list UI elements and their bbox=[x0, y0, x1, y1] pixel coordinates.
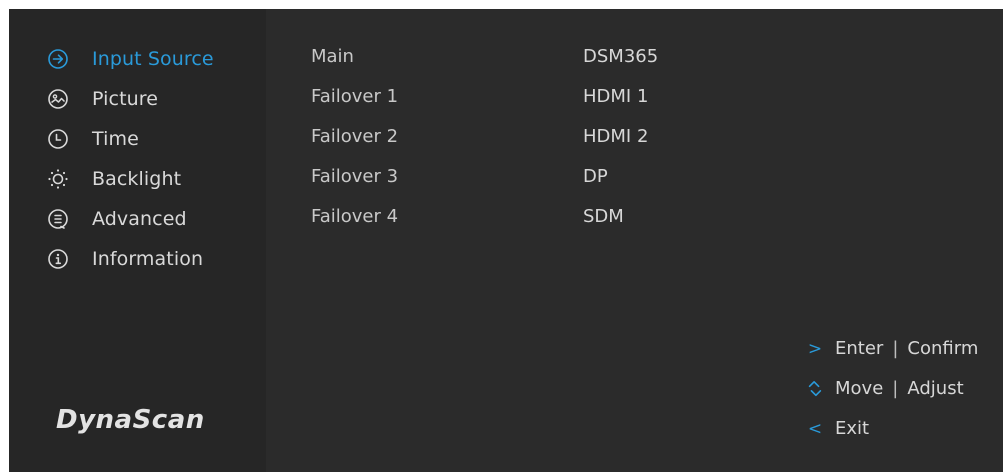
menu-item-label: Backlight bbox=[92, 168, 182, 190]
osd-menu-window: Input Source Picture Time Backlight Adva… bbox=[9, 9, 1003, 472]
source-label-failover-3[interactable]: Failover 3 bbox=[311, 163, 398, 191]
hint-separator: | bbox=[892, 338, 899, 359]
source-label-failover-2[interactable]: Failover 2 bbox=[311, 123, 398, 151]
menu-item-picture[interactable]: Picture bbox=[47, 83, 158, 115]
source-label-failover-1[interactable]: Failover 1 bbox=[311, 83, 398, 111]
menu-item-input-source[interactable]: Input Source bbox=[47, 43, 214, 75]
chevron-left-icon: < bbox=[807, 419, 823, 439]
source-value-main[interactable]: DSM365 bbox=[583, 43, 658, 71]
menu-item-label: Picture bbox=[92, 88, 159, 110]
source-value-failover-4[interactable]: SDM bbox=[583, 203, 624, 231]
menu-item-backlight[interactable]: Backlight bbox=[47, 163, 181, 195]
hint-enter-text: Enter bbox=[835, 338, 884, 359]
hint-exit: < Exit bbox=[805, 415, 869, 443]
hint-adjust-text: Adjust bbox=[907, 378, 964, 399]
menu-item-label: Advanced bbox=[92, 208, 187, 230]
sun-icon bbox=[47, 168, 69, 190]
source-label-failover-4[interactable]: Failover 4 bbox=[311, 203, 398, 231]
info-icon bbox=[47, 248, 69, 270]
up-down-chevron-icon bbox=[805, 379, 825, 399]
arrow-circle-right-icon bbox=[47, 48, 69, 70]
brand-logo: DynaScan bbox=[56, 405, 205, 435]
clock-icon bbox=[47, 128, 69, 150]
hint-confirm-text: Confirm bbox=[907, 338, 979, 359]
menu-item-information[interactable]: Information bbox=[47, 243, 203, 275]
source-value-failover-1[interactable]: HDMI 1 bbox=[583, 83, 648, 111]
sidebar bbox=[9, 9, 266, 472]
chevron-right-icon: > bbox=[807, 339, 823, 359]
source-label-main[interactable]: Main bbox=[311, 43, 354, 71]
menu-item-time[interactable]: Time bbox=[47, 123, 139, 155]
picture-icon bbox=[47, 88, 69, 110]
hint-exit-text: Exit bbox=[835, 418, 870, 439]
hint-separator: | bbox=[892, 378, 899, 399]
source-value-failover-2[interactable]: HDMI 2 bbox=[583, 123, 648, 151]
menu-item-label: Time bbox=[92, 128, 139, 150]
menu-item-label: Input Source bbox=[92, 48, 214, 70]
source-value-failover-3[interactable]: DP bbox=[583, 163, 608, 191]
hint-move-adjust: Move | Adjust bbox=[805, 375, 964, 403]
menu-item-advanced[interactable]: Advanced bbox=[47, 203, 187, 235]
hint-enter-confirm: > Enter | Confirm bbox=[805, 335, 978, 363]
list-circle-icon bbox=[47, 208, 69, 230]
menu-item-label: Information bbox=[92, 248, 204, 270]
hint-move-text: Move bbox=[835, 378, 884, 399]
